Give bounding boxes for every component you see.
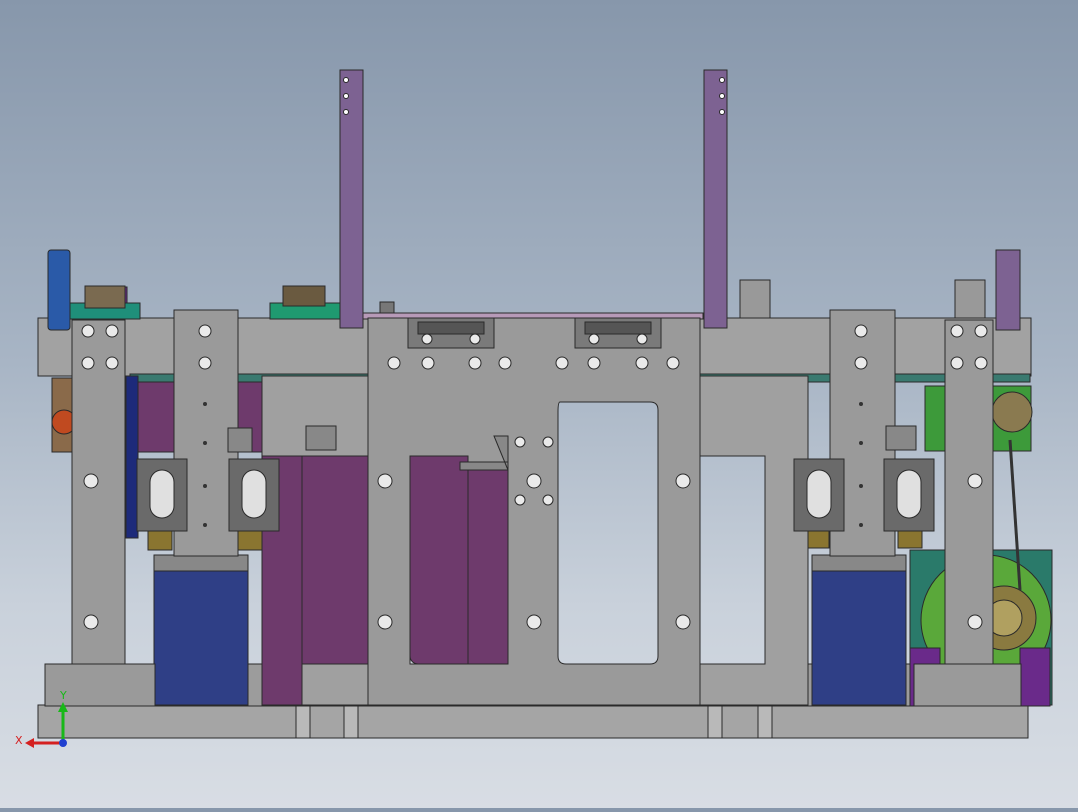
base-foot-right-2: [757, 704, 773, 739]
bolt: [542, 436, 554, 448]
motor-left-shaft: [147, 529, 173, 551]
frame-right-outer: [944, 319, 994, 665]
bolt: [377, 614, 393, 630]
motor-left-shaft-2: [237, 529, 263, 551]
bolt: [514, 436, 526, 448]
clamp-left-slot: [417, 321, 485, 335]
bolt: [974, 356, 988, 370]
motor-right-body: [811, 567, 907, 706]
bolt: [83, 614, 99, 630]
pin: [859, 441, 863, 445]
bolt: [854, 324, 868, 338]
bolt: [83, 473, 99, 489]
upright-left: [339, 69, 364, 329]
pin: [859, 523, 863, 527]
bolt: [526, 614, 542, 630]
upright-right-hole-1: [719, 77, 725, 83]
triad-x-arrow: [25, 738, 34, 748]
sensor-3: [885, 425, 917, 451]
blue-handle-left: [47, 249, 71, 331]
pin: [203, 441, 207, 445]
brown-block-left: [84, 285, 126, 309]
bolt: [666, 356, 680, 370]
side-plate-right: [699, 375, 809, 706]
pin: [859, 484, 863, 488]
bolt: [469, 333, 481, 345]
upright-right: [703, 69, 728, 329]
bolt: [950, 356, 964, 370]
clamp-right-slot: [584, 321, 652, 335]
bolt: [967, 473, 983, 489]
bolt: [514, 494, 526, 506]
motor-right-cap: [811, 554, 907, 572]
upright-right-hole-3: [719, 109, 725, 115]
frame-left-outer: [71, 319, 126, 665]
motor-right-shaft: [804, 529, 830, 549]
bolt: [526, 473, 542, 489]
bolt: [542, 494, 554, 506]
upright-far-right: [995, 249, 1021, 331]
triad-z-axis: [59, 739, 67, 747]
center-inner-purple: [467, 469, 509, 665]
bolt: [636, 333, 648, 345]
bolt: [421, 356, 435, 370]
upright-left-hole-2: [343, 93, 349, 99]
bolt: [675, 473, 691, 489]
bolt: [587, 356, 601, 370]
slot-block-4-hole: [896, 469, 922, 519]
brown-block-mid: [282, 285, 326, 307]
bolt: [675, 614, 691, 630]
slot-block-1-hole: [149, 469, 175, 519]
bolt: [81, 356, 95, 370]
bolt: [105, 356, 119, 370]
bolt: [555, 356, 569, 370]
motor-left-cap: [153, 554, 249, 572]
bolt: [854, 356, 868, 370]
bolt: [377, 473, 393, 489]
base-foot-right: [707, 704, 723, 739]
base-foot-left-2: [343, 704, 359, 739]
sensor-1: [227, 427, 253, 453]
bolt: [387, 356, 401, 370]
pulley-top: [991, 391, 1033, 433]
pin: [859, 402, 863, 406]
bolt: [967, 614, 983, 630]
pin: [203, 484, 207, 488]
pin: [203, 402, 207, 406]
bolt: [974, 324, 988, 338]
bolt: [588, 333, 600, 345]
bolt: [635, 356, 649, 370]
motor-right-shaft-2: [897, 529, 923, 549]
assembly-drawing: Y X: [15, 69, 1053, 748]
gear-far-right: [954, 279, 986, 319]
upright-left-hole-3: [343, 109, 349, 115]
navy-upright-1: [125, 375, 139, 539]
pin: [203, 523, 207, 527]
sensor-2: [305, 425, 337, 451]
bolt: [198, 324, 212, 338]
bolt: [421, 333, 433, 345]
bolt: [950, 324, 964, 338]
upright-left-hole-1: [343, 77, 349, 83]
frame-right-foot: [913, 663, 1022, 707]
base-rail: [37, 704, 1029, 739]
bolt: [81, 324, 95, 338]
slot-block-2-hole: [241, 469, 267, 519]
purple-mount-right-2: [1019, 647, 1051, 707]
bolt: [498, 356, 512, 370]
motor-left-body: [153, 567, 249, 706]
triad-x-label: X: [15, 734, 23, 747]
triad-y-label: Y: [59, 689, 67, 702]
base-foot-left: [295, 704, 311, 739]
gear-right: [739, 279, 771, 319]
cad-viewport[interactable]: Y X: [0, 0, 1078, 808]
bolt: [198, 356, 212, 370]
upright-right-hole-2: [719, 93, 725, 99]
bolt: [105, 324, 119, 338]
bolt: [468, 356, 482, 370]
slot-block-3-hole: [806, 469, 832, 519]
